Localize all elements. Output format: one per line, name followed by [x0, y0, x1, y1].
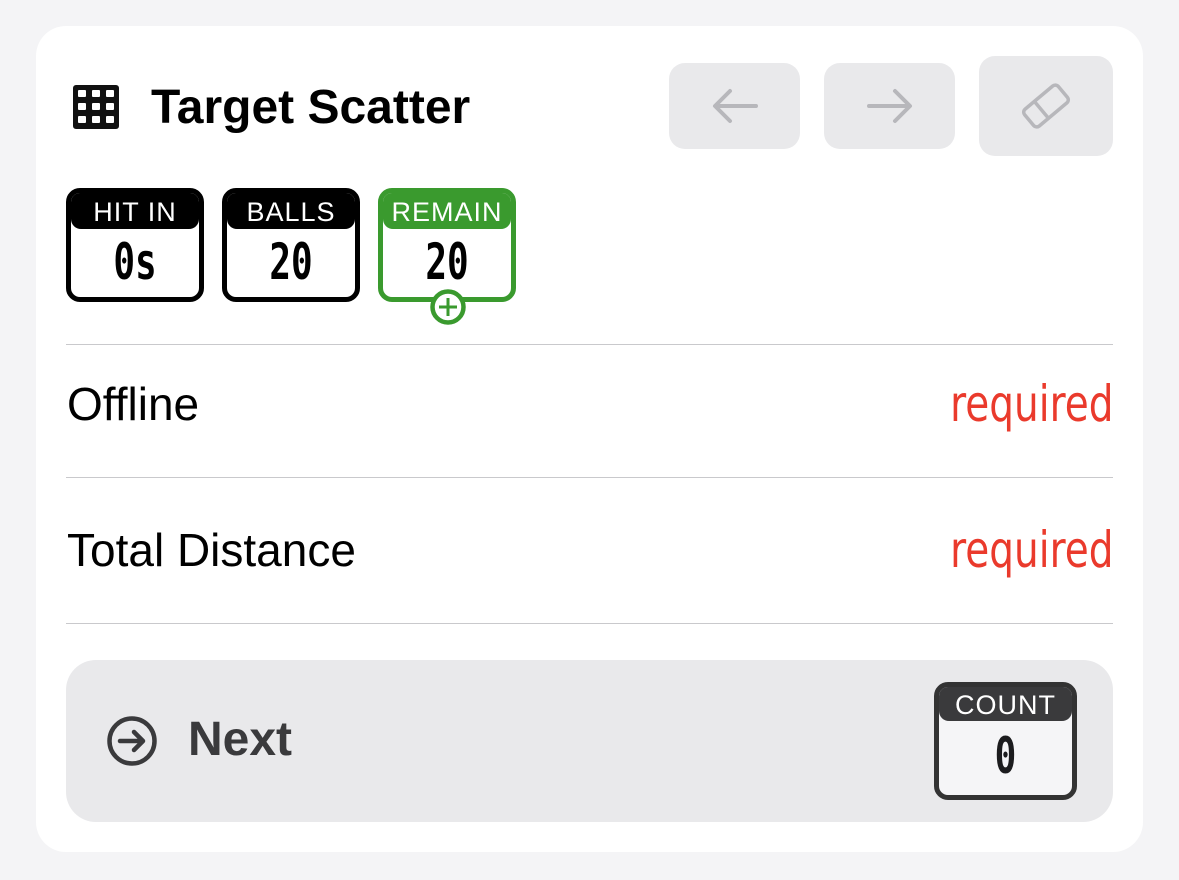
total-distance-value[interactable]: required	[950, 520, 1113, 580]
stat-balls: BALLS 20	[222, 188, 360, 302]
erase-button[interactable]	[979, 56, 1113, 156]
count-label: COUNT	[939, 687, 1072, 721]
offline-value[interactable]: required	[950, 374, 1113, 434]
previous-button[interactable]	[669, 63, 800, 149]
target-scatter-card: Target Scatter HIT IN 0s BALLS 20 REMAIN…	[36, 26, 1143, 852]
stat-label: HIT IN	[71, 193, 199, 229]
next-label: Next	[188, 713, 293, 766]
total-distance-label: Total Distance	[67, 524, 356, 576]
card-header: Target Scatter	[36, 26, 1143, 186]
count-value: 0	[994, 727, 1017, 785]
eraser-icon	[1021, 83, 1071, 129]
divider	[66, 477, 1113, 478]
divider	[66, 344, 1113, 345]
stat-value: 20	[425, 233, 469, 291]
divider	[66, 623, 1113, 624]
stat-hit-in: HIT IN 0s	[66, 188, 204, 302]
next-button[interactable]: Next COUNT 0	[66, 660, 1113, 822]
plus-circle-icon[interactable]	[430, 289, 466, 325]
offline-label: Offline	[67, 378, 200, 430]
grid-icon	[73, 85, 119, 129]
next-arrow-button[interactable]	[824, 63, 955, 149]
stat-value: 0s	[113, 233, 157, 291]
stat-label: REMAIN	[383, 193, 511, 229]
stat-label: BALLS	[227, 193, 355, 229]
count-badge: COUNT 0	[934, 682, 1077, 800]
page-title: Target Scatter	[151, 81, 471, 134]
stat-value: 20	[269, 233, 313, 291]
arrow-right-circle-icon	[107, 716, 157, 766]
arrow-right-icon	[866, 89, 912, 123]
stat-remain[interactable]: REMAIN 20	[378, 188, 516, 325]
arrow-left-icon	[712, 89, 758, 123]
